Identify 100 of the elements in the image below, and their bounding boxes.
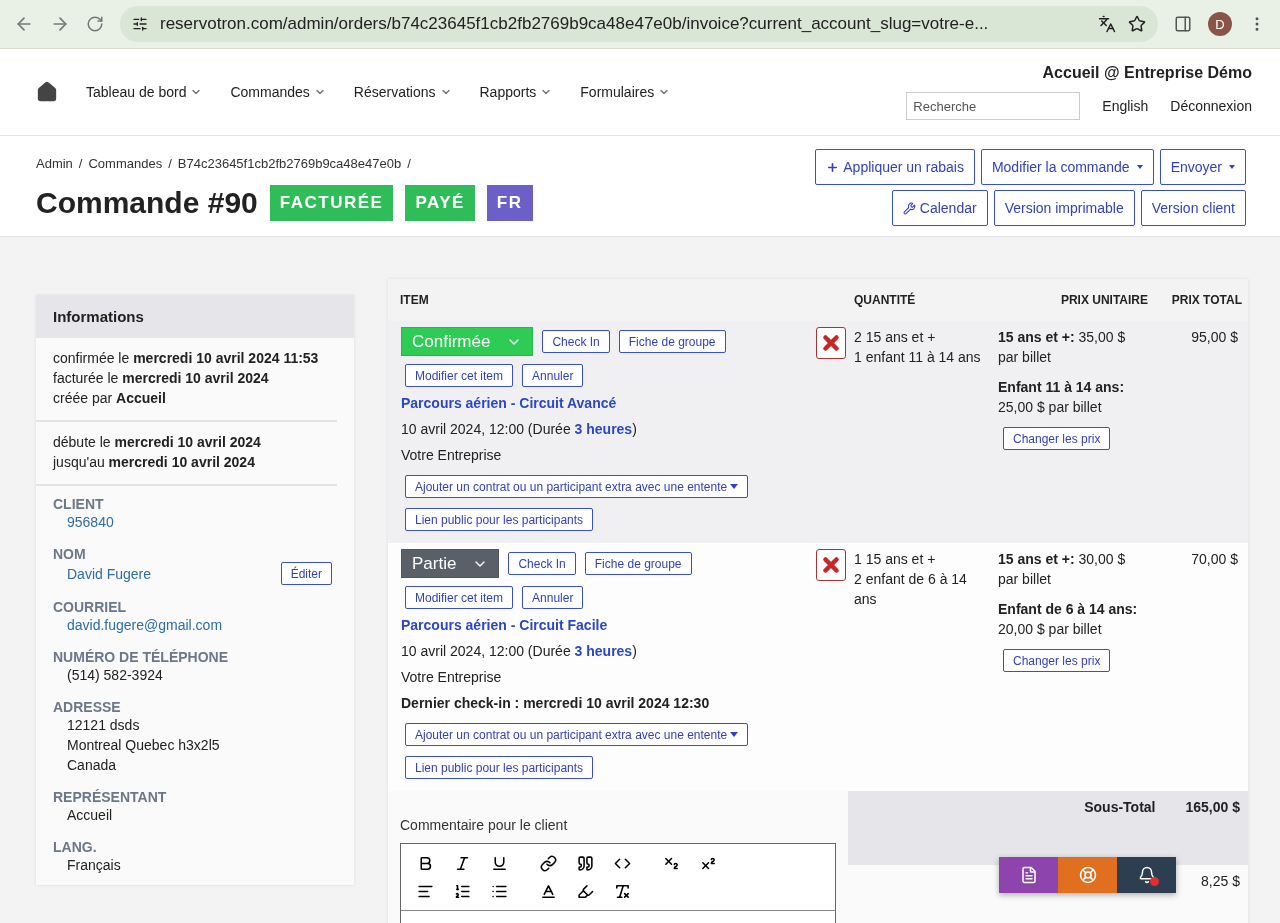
product-link[interactable]: Parcours aérien - Circuit Facile	[401, 615, 608, 635]
bell-icon	[1137, 866, 1156, 884]
check-in-button[interactable]: Check In	[542, 330, 610, 353]
contract-dropdown[interactable]: Ajouter un contrat ou un participant extra avec une entente	[405, 723, 749, 746]
side-panel-icon[interactable]	[1174, 15, 1192, 33]
comment-label: Commentaire pour le client	[400, 817, 569, 833]
caret-icon	[730, 732, 739, 737]
total-price: 95,00 $	[1191, 328, 1239, 347]
notification-dot	[1150, 877, 1159, 886]
account-name: Accueil @ Entreprise Démo	[1042, 64, 1252, 82]
action-button[interactable]: Envoyer	[1159, 149, 1246, 185]
column-header: ITEM	[388, 279, 854, 321]
change-price-button[interactable]: Changer les prix	[1003, 649, 1111, 672]
notification-button[interactable]	[1117, 857, 1176, 893]
field-label: COURRIEL	[53, 599, 128, 615]
edit-item-button[interactable]: Modifier cet item	[405, 586, 514, 609]
duration-link[interactable]: 3 heures	[574, 421, 633, 437]
logout-link[interactable]: Déconnexion	[1170, 98, 1252, 114]
info-line: confirmée le mercredi 10 avril 2024 11:53	[53, 350, 320, 366]
field-label: ADRESSE	[53, 699, 122, 715]
field-label: NOM	[53, 546, 87, 562]
field-value: Accueil	[67, 806, 113, 825]
plus-icon	[826, 160, 840, 174]
info-line: créée par Accueil	[53, 390, 167, 406]
public-link-button[interactable]: Lien public pour les participants	[405, 508, 594, 531]
address-bar[interactable]: reservotron.com/admin/orders/b74c23645f1cb2fb2769b9ca48e47e0b/invoice?current_account_slug=votre-e...	[120, 6, 1158, 42]
breadcrumb-link[interactable]: B74c23645f1cb2fb2769b9ca48e47e0b	[177, 156, 402, 171]
unit-price: Enfant de 6 à 14 ans: 20,00 $ par billet	[998, 600, 1139, 639]
field-value: Français	[67, 856, 121, 875]
delete-button[interactable]	[816, 549, 846, 581]
change-price-button[interactable]: Changer les prix	[1003, 427, 1111, 450]
field-link[interactable]: david.fugere@gmail.com	[67, 615, 223, 635]
duration-link[interactable]: 3 heures	[574, 643, 633, 659]
card-title: Informations	[36, 295, 354, 338]
total-price: 70,00 $	[1191, 550, 1239, 569]
status-dropdown[interactable]: Partie	[401, 549, 500, 578]
profile-avatar[interactable]: D	[1208, 12, 1232, 36]
document-icon	[1019, 866, 1038, 884]
field-label: CLIENT	[53, 496, 105, 512]
group-sheet-button[interactable]: Fiche de groupe	[618, 330, 726, 353]
action-button[interactable]: Version imprimable	[993, 190, 1135, 226]
close-icon	[820, 332, 842, 354]
breadcrumb-separator: /	[78, 156, 83, 171]
location-text: Votre Entreprise	[401, 446, 502, 465]
edit-item-button[interactable]: Modifier cet item	[405, 364, 514, 387]
unit-price: Enfant 11 à 14 ans: 25,00 $ par billet	[998, 378, 1126, 417]
order-title: Commande #90	[36, 186, 258, 220]
delete-button[interactable]	[816, 327, 846, 359]
contract-dropdown[interactable]: Ajouter un contrat ou un participant extra avec une entente	[405, 475, 749, 498]
cancel-button[interactable]: Annuler	[522, 364, 584, 387]
nav-menu-item[interactable]: Tableau de bord	[86, 84, 203, 100]
schedule-text: 10 avril 2024, 12:00 (Durée 3 heures)	[401, 642, 637, 661]
group-sheet-button[interactable]: Fiche de groupe	[584, 552, 692, 575]
reload-icon[interactable]	[86, 15, 104, 33]
last-check-in: Dernier check-in : mercredi 10 avril 2024 12:30	[401, 694, 710, 713]
action-button[interactable]: Calendar	[891, 190, 988, 226]
search-field[interactable]: Recherche	[906, 92, 1081, 120]
language-link[interactable]: English	[1102, 98, 1149, 114]
nav-menu-item[interactable]: Rapports	[479, 84, 553, 100]
field-link[interactable]: 956840	[67, 512, 114, 532]
nav-menu-item[interactable]: Formulaires	[580, 84, 671, 100]
field-value: Canada	[67, 756, 117, 775]
breadcrumb-link[interactable]: Commandes	[88, 156, 163, 171]
quantity-text: 2 enfant de 6 à 14 ans	[854, 570, 968, 609]
action-button[interactable]: Version client	[1140, 190, 1246, 226]
total-value: 165,00 $	[1185, 799, 1240, 817]
close-icon	[820, 554, 842, 576]
breadcrumb-separator: /	[407, 156, 411, 171]
quantity-text: 1 15 ans et +	[854, 550, 936, 569]
site-settings-icon	[132, 16, 148, 32]
status-badge: PAYÉ	[405, 185, 475, 221]
edit-button[interactable]: Éditer	[280, 562, 332, 585]
status-badge: FACTURÉE	[269, 185, 394, 221]
info-line: jusqu'au mercredi 10 avril 2024	[53, 454, 256, 470]
breadcrumb-link[interactable]: Admin	[36, 156, 73, 171]
quantity-text: 1 enfant 11 à 14 ans	[854, 348, 981, 367]
check-in-button[interactable]: Check In	[508, 552, 576, 575]
help-button[interactable]	[1058, 857, 1117, 893]
schedule-text: 10 avril 2024, 12:00 (Durée 3 heures)	[401, 420, 637, 439]
status-badge: FR	[486, 185, 533, 221]
action-button[interactable]: Modifier la commande	[980, 149, 1154, 185]
star-icon	[1128, 15, 1146, 33]
home-icon[interactable]	[36, 81, 58, 103]
lifebuoy-icon	[1078, 866, 1097, 884]
public-link-button[interactable]: Lien public pour les participants	[405, 756, 594, 779]
action-button[interactable]: Appliquer un rabais	[815, 149, 975, 185]
cancel-button[interactable]: Annuler	[522, 586, 584, 609]
field-value: 12121 dsds	[67, 716, 140, 735]
nav-menu-item[interactable]: Commandes	[230, 84, 326, 100]
breadcrumb-separator: /	[168, 156, 172, 171]
unit-price: 15 ans et +: 30,00 $ par billet	[998, 550, 1127, 589]
column-header: QUANTITÉ	[854, 279, 998, 321]
field-label: NUMÉRO DE TÉLÉPHONE	[53, 649, 229, 665]
document-button[interactable]	[999, 857, 1058, 893]
product-link[interactable]: Parcours aérien - Circuit Avancé	[401, 393, 617, 413]
unit-price: 15 ans et +: 35,00 $ par billet	[998, 328, 1127, 367]
total-value: 8,25 $	[1201, 873, 1240, 891]
url-text: reservotron.com/admin/orders/b74c23645f1cb2fb2769b9ca48e47e0b/invoice?current_account_slug=votre-e...	[160, 14, 989, 34]
nav-menu-item[interactable]: Réservations	[353, 84, 452, 100]
field-link[interactable]: David Fugere	[67, 563, 152, 584]
